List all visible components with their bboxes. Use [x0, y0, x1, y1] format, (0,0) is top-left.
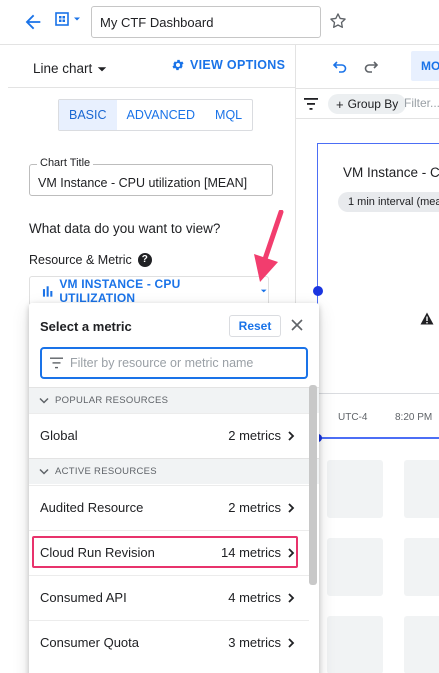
filter-icon[interactable]	[304, 98, 318, 110]
dashboard-picker-button[interactable]	[55, 12, 82, 26]
data-question-heading: What data do you want to view?	[29, 221, 221, 236]
resource-name: Global	[40, 428, 78, 443]
popular-resources-label: POPULAR RESOURCES	[55, 395, 169, 406]
timezone-tick: UTC-4	[338, 412, 368, 423]
chart-title-field: Chart Title	[29, 157, 273, 196]
metric-select-button[interactable]: VM INSTANCE - CPU UTILIZATION	[29, 276, 269, 306]
popup-scrollbar[interactable]	[309, 385, 317, 585]
chart-type-label: Line chart	[33, 61, 93, 76]
close-icon[interactable]	[289, 317, 305, 333]
metric-search-input[interactable]	[70, 349, 300, 377]
view-options-label: VIEW OPTIONS	[190, 58, 286, 72]
mode-button[interactable]: MO	[411, 51, 439, 81]
chevron-right-icon	[288, 637, 295, 648]
metric-count: 2 metrics	[228, 500, 281, 515]
help-icon[interactable]: ?	[137, 253, 152, 267]
popular-resources-header[interactable]: POPULAR RESOURCES	[29, 387, 319, 413]
annotation-arrow	[254, 210, 284, 282]
metric-count: 4 metrics	[228, 590, 281, 605]
chart-preview-title: VM Instance - CI	[343, 165, 439, 180]
tab-basic[interactable]: BASIC	[59, 100, 117, 130]
view-options-button[interactable]: VIEW OPTIONS	[171, 58, 285, 72]
placeholder-tile	[327, 538, 383, 596]
top-bar	[0, 0, 439, 45]
resource-row-audited-resource[interactable]: Audited Resource 2 metrics	[29, 485, 309, 529]
highlight-box	[32, 536, 298, 568]
bar-chart-icon	[42, 286, 53, 297]
plus-icon: +	[336, 96, 344, 112]
caret-down-icon	[74, 17, 80, 21]
filter-input[interactable]: Filter...	[404, 96, 439, 110]
chevron-right-icon	[288, 430, 295, 441]
chevron-right-icon	[288, 592, 295, 603]
resource-name: Audited Resource	[40, 500, 144, 515]
placeholder-tile	[404, 616, 439, 673]
chevron-down-icon	[39, 397, 49, 404]
undo-icon[interactable]	[332, 58, 348, 74]
popup-title: Select a metric	[40, 319, 132, 334]
gear-icon	[172, 59, 184, 71]
reset-button[interactable]: Reset	[229, 315, 281, 337]
resource-metric-label: Resource & Metric ?	[29, 253, 152, 267]
group-by-chip[interactable]: + Group By	[328, 94, 407, 114]
caret-down-icon	[260, 289, 267, 293]
placeholder-tile	[404, 460, 439, 518]
warning-icon	[420, 312, 434, 325]
chevron-right-icon	[288, 502, 295, 513]
chart-title-input[interactable]	[30, 165, 272, 195]
resource-row-consumed-api[interactable]: Consumed API 4 metrics	[29, 575, 309, 619]
metric-search-field	[40, 347, 308, 379]
preview-toolbar: MO	[296, 45, 439, 89]
filter-bar: + Group By Filter...	[296, 89, 439, 119]
chart-card[interactable]: VM Instance - CI 1 min interval (mea UTC…	[313, 143, 439, 442]
tab-mql[interactable]: MQL	[205, 100, 252, 130]
chart-border-bottom	[318, 438, 439, 439]
placeholder-tile	[327, 460, 383, 518]
metric-count: 3 metrics	[228, 635, 281, 650]
back-arrow-icon[interactable]	[22, 11, 44, 33]
star-icon[interactable]	[328, 11, 348, 31]
resize-handle[interactable]	[313, 286, 323, 296]
placeholder-tile	[404, 538, 439, 596]
interval-chip[interactable]: 1 min interval (mea	[338, 192, 439, 212]
filter-icon	[50, 357, 63, 369]
redo-icon[interactable]	[363, 58, 379, 74]
resource-row-consumer-quota[interactable]: Consumer Quota 3 metrics	[29, 620, 309, 664]
resource-name: Consumed API	[40, 590, 127, 605]
tab-advanced[interactable]: ADVANCED	[117, 100, 206, 130]
chart-type-select[interactable]: Line chart	[33, 61, 108, 76]
select-metric-dropdown: Select a metric Reset POPULAR RESOURCES …	[29, 303, 319, 673]
caret-down-icon	[98, 66, 107, 71]
dashboard-icon	[55, 12, 69, 26]
resource-row-global[interactable]: Global 2 metrics	[29, 413, 309, 457]
active-resources-header[interactable]: ACTIVE RESOURCES	[29, 458, 319, 484]
active-resources-label: ACTIVE RESOURCES	[55, 466, 157, 477]
placeholder-tile	[327, 616, 383, 673]
group-by-label: Group By	[347, 97, 399, 111]
metric-select-label: VM INSTANCE - CPU UTILIZATION	[59, 277, 181, 305]
time-tick: 8:20 PM	[395, 412, 433, 423]
dashboard-name-input[interactable]	[91, 6, 321, 38]
resource-metric-text: Resource & Metric	[29, 253, 132, 267]
x-axis	[318, 393, 439, 394]
divider	[8, 87, 296, 88]
metric-count: 2 metrics	[228, 428, 281, 443]
query-mode-tabs: BASIC ADVANCED MQL	[58, 99, 254, 131]
chart-title-label: Chart Title	[37, 157, 94, 169]
resource-name: Consumer Quota	[40, 635, 139, 650]
chevron-down-icon	[39, 468, 49, 475]
